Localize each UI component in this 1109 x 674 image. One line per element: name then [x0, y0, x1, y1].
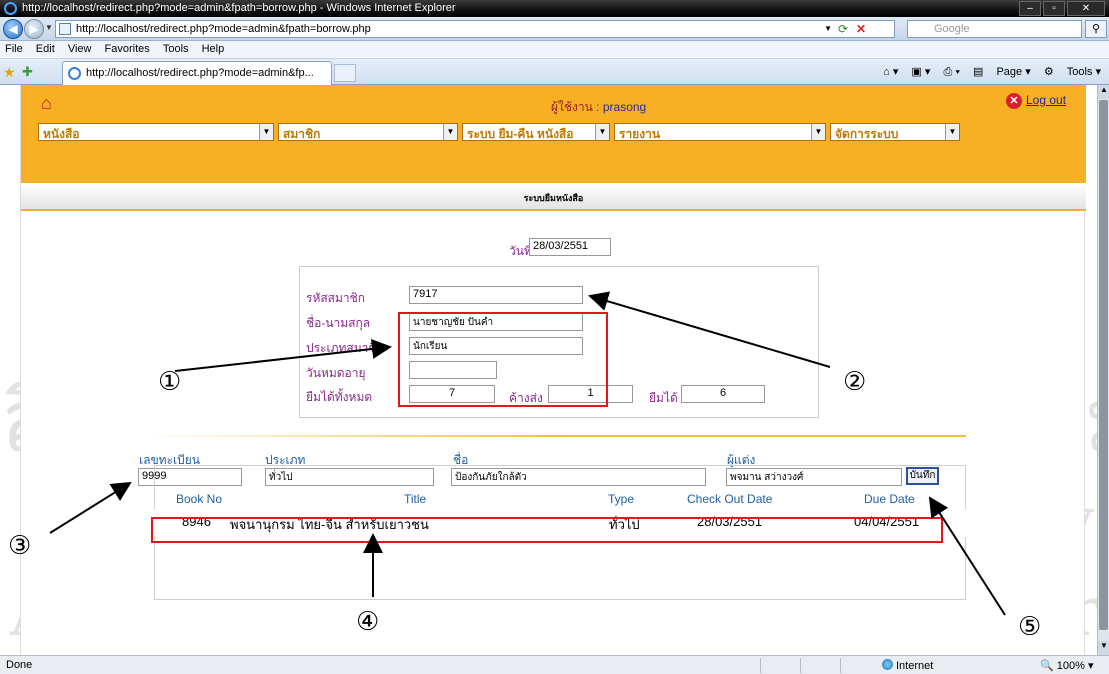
new-tab-button[interactable]	[334, 64, 356, 82]
menu-file[interactable]: File	[0, 41, 28, 55]
arrow-5	[928, 496, 1006, 616]
tab-current[interactable]: http://localhost/redirect.php?mode=admin…	[62, 61, 332, 85]
status-bar: Done Internet 🔍 100% ▾	[0, 655, 1109, 674]
address-toolbar: ◀ ▶ ▼ http://localhost/redirect.php?mode…	[0, 17, 1109, 41]
menu-view[interactable]: View	[63, 41, 97, 55]
ie-tab-icon	[68, 67, 81, 80]
refresh-icon[interactable]: ⟳	[838, 22, 854, 36]
vertical-scrollbar[interactable]: ▲ ▼	[1097, 85, 1109, 655]
page-icon	[59, 23, 71, 35]
annotation-5: ⑤	[1018, 612, 1042, 642]
arrow-2	[588, 291, 831, 368]
globe-icon	[882, 659, 893, 670]
address-dropdown-icon[interactable]: ▼	[824, 24, 832, 33]
forward-button[interactable]: ▶	[24, 19, 44, 39]
status-divider	[760, 658, 761, 673]
feeds-icon[interactable]: ▣ ▾	[911, 66, 930, 78]
arrow-1	[174, 339, 392, 372]
tab-bar: ★ ✚ http://localhost/redirect.php?mode=a…	[0, 59, 1109, 85]
tools-menu-label: Tools	[1066, 66, 1093, 78]
menu-edit[interactable]: Edit	[31, 41, 60, 55]
status-text: Done	[6, 659, 33, 671]
scroll-down-icon[interactable]: ▼	[1098, 641, 1109, 655]
address-url: http://localhost/redirect.php?mode=admin…	[76, 23, 371, 35]
menu-tools[interactable]: Tools	[158, 41, 194, 55]
favorites-star-icon[interactable]: ★	[3, 64, 16, 81]
scroll-thumb[interactable]	[1099, 100, 1108, 630]
zoom-value: 100%	[1056, 660, 1085, 672]
window-titlebar: http://localhost/redirect.php?mode=admin…	[0, 0, 1109, 17]
menu-help[interactable]: Help	[197, 41, 230, 55]
zone-label: Internet	[896, 660, 934, 672]
window-title: http://localhost/redirect.php?mode=admin…	[22, 2, 456, 14]
minimize-button[interactable]: ‒	[1019, 1, 1041, 16]
page-viewport: ลิขสิทธิ์มหาวิทยาลัยเชียงใหม่ Copyright …	[0, 85, 1097, 655]
annotation-1: ①	[158, 367, 182, 397]
tab-label: http://localhost/redirect.php?mode=admin…	[86, 67, 314, 79]
recent-pages-dropdown[interactable]: ▼	[45, 23, 53, 32]
scroll-up-icon[interactable]: ▲	[1098, 85, 1109, 99]
home-icon[interactable]: ⌂ ▾	[883, 66, 898, 78]
print-icon[interactable]: ⎙ ▾	[943, 66, 959, 78]
zoom-level[interactable]: 🔍 100% ▾	[1040, 659, 1093, 672]
page-menu[interactable]: ▤ Page ▾	[973, 66, 1031, 78]
close-window-button[interactable]: ✕	[1067, 1, 1105, 16]
status-divider	[800, 658, 801, 673]
address-bar[interactable]: http://localhost/redirect.php?mode=admin…	[55, 20, 895, 38]
maximize-button[interactable]: ▫	[1043, 1, 1065, 16]
annotation-2: ②	[843, 367, 867, 397]
search-icon[interactable]: ⚲	[1085, 20, 1107, 38]
status-divider	[840, 658, 841, 673]
menu-favorites[interactable]: Favorites	[100, 41, 155, 55]
ie-icon	[4, 2, 17, 15]
tools-menu[interactable]: ⚙ Tools ▾	[1044, 66, 1101, 78]
annotation-4: ④	[356, 607, 380, 637]
menu-bar: File Edit View Favorites Tools Help	[0, 41, 1109, 59]
security-zone[interactable]: Internet	[882, 659, 933, 672]
search-input[interactable]: Google	[907, 20, 1082, 38]
stop-icon[interactable]: ✕	[856, 22, 872, 36]
add-favorites-icon[interactable]: ✚	[22, 64, 33, 80]
arrow-3	[49, 481, 132, 534]
annotation-3: ③	[8, 531, 32, 561]
page-menu-label: Page	[996, 66, 1023, 78]
search-placeholder: Google	[934, 23, 970, 35]
back-button[interactable]: ◀	[3, 19, 23, 39]
